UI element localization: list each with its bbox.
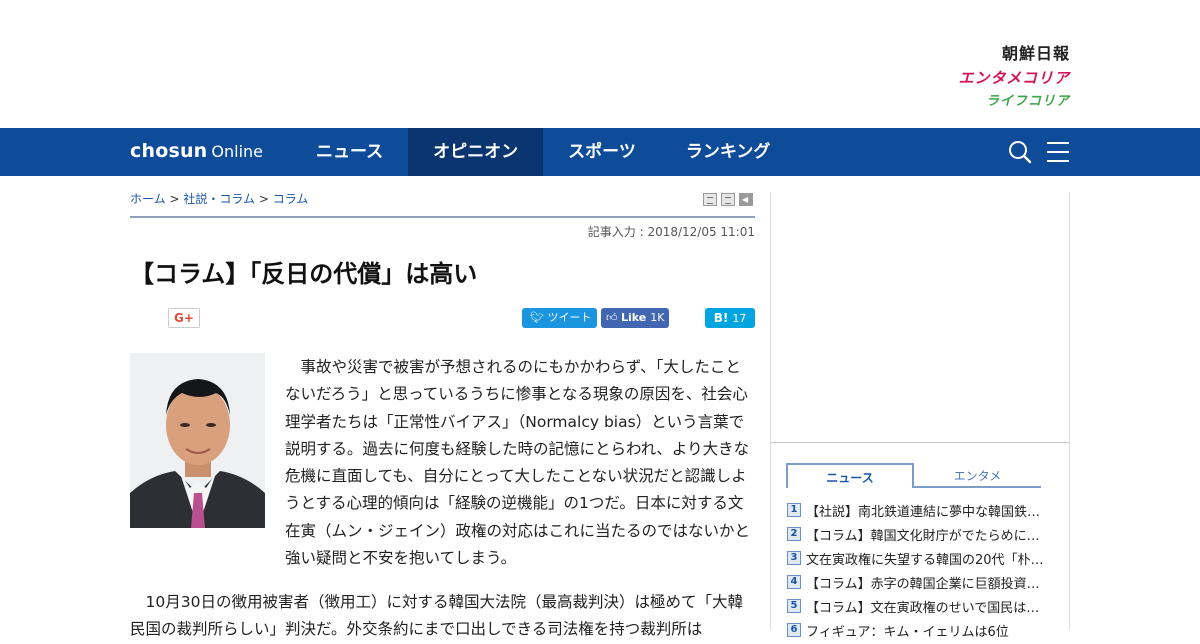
search-icon[interactable] (1008, 140, 1032, 164)
hamburger-menu-icon[interactable] (1046, 140, 1070, 164)
thumbs-up-icon: 👍︎ (606, 311, 618, 324)
hatena-icon: B! (713, 311, 729, 325)
ranking-item[interactable]: 3 文在寅政権に失望する韓国の20代「朴槿恵政権と変わらない」 (787, 546, 1047, 570)
top-branding: 朝鮮日報 エンタメコリア ライフコリア (0, 0, 1200, 128)
article-dateline: 記事入力 : 2018/12/05 11:01 (587, 225, 755, 239)
ranking-item[interactable]: 5 【コラム】文在寅政権のせいで国民は疲れ果てた (787, 594, 1047, 618)
twitter-bird-icon: 🐦︎ (530, 311, 548, 324)
rank-number: 6 (787, 623, 801, 637)
ranking-item[interactable]: 4 【コラム】赤字の韓国企業に巨額投資するとは (787, 570, 1047, 594)
divider (130, 216, 755, 218)
rank-title: 【コラム】赤字の韓国企業に巨額投資するとは (806, 576, 1047, 592)
author-portrait (130, 353, 265, 528)
sidebar-ad-slot (770, 192, 1070, 442)
entame-korea-link[interactable]: エンタメコリア (958, 66, 1070, 90)
breadcrumb-sep: > (169, 192, 180, 206)
like-count: 1K (650, 311, 665, 324)
hatena-count: 17 (732, 312, 747, 325)
breadcrumb-home[interactable]: ホーム (130, 192, 166, 206)
rank-title: 文在寅政権に失望する韓国の20代「朴槿恵政権と変わらない」 (806, 552, 1047, 568)
logo-bold-text: chosun (130, 140, 208, 162)
nav-item-news[interactable]: ニュース (291, 128, 408, 176)
breadcrumb-sep: > (258, 192, 269, 206)
ranking-list: 1 【社説】南北鉄道連結に夢中な韓国鉄道公社 2 【コラム】韓国文化財庁がでたら… (787, 498, 1047, 642)
rank-title: 【コラム】文在寅政権のせいで国民は疲れ果てた (806, 600, 1047, 616)
nav-icons (1008, 140, 1070, 164)
nav-item-sports[interactable]: スポーツ (543, 128, 661, 176)
ranking-tabs: ニュース エンタメ (786, 463, 1041, 488)
life-korea-link[interactable]: ライフコリア (958, 90, 1070, 114)
breadcrumb: ホーム > 社説・コラム > コラム (130, 190, 308, 207)
rank-number: 4 (787, 575, 801, 589)
breadcrumb-section[interactable]: 社説・コラム (183, 192, 255, 206)
tweet-label: ツイート (547, 311, 592, 324)
article-headline: 【コラム】「反日の代償」は高い (130, 260, 478, 288)
ranking-item[interactable]: 1 【社説】南北鉄道連結に夢中な韓国鉄道公社 (787, 498, 1047, 522)
chosun-ilbo-link[interactable]: 朝鮮日報 (958, 42, 1070, 66)
ranking-item[interactable]: 6 フィギュア：キム・イェリムは6位 (787, 618, 1047, 642)
tab-entame[interactable]: エンタメ (914, 463, 1041, 488)
like-label: Like (621, 311, 647, 324)
rank-title: フィギュア：キム・イェリムは6位 (806, 624, 1009, 640)
nav-item-opinion[interactable]: オピニオン (408, 128, 544, 176)
site-logo[interactable]: chosun Online (130, 140, 263, 162)
rank-title: 【コラム】韓国文化財庁がでたらめにもほどがある (806, 528, 1047, 544)
tweet-button[interactable]: 🐦︎ ツイート (522, 308, 597, 328)
ranking-item[interactable]: 2 【コラム】韓国文化財庁がでたらめにもほどがある (787, 522, 1047, 546)
rank-number: 1 (787, 503, 801, 517)
nav-item-ranking[interactable]: ランキング (661, 128, 796, 176)
tab-news[interactable]: ニュース (786, 463, 914, 488)
google-plus-button[interactable]: G+ (168, 308, 200, 328)
rank-number: 2 (787, 527, 801, 541)
rank-number: 5 (787, 599, 801, 613)
article-paragraph-1: 事故や災害で被害が予想されるのにもかかわらず、「大したことないだろう」と思ってい… (285, 358, 751, 568)
back-icon[interactable] (739, 193, 753, 206)
breadcrumb-current[interactable]: コラム (273, 192, 309, 206)
brand-links: 朝鮮日報 エンタメコリア ライフコリア (958, 42, 1070, 114)
facebook-like-button[interactable]: 👍︎ Like 1K (601, 308, 669, 328)
logo-light-text: Online (211, 142, 264, 161)
hatena-bookmark-button[interactable]: B! 17 (705, 308, 755, 328)
text-size-icon[interactable] (721, 193, 735, 206)
rank-title: 【社説】南北鉄道連結に夢中な韓国鉄道公社 (806, 504, 1047, 520)
nav-menu: ニュース オピニオン スポーツ ランキング (291, 128, 795, 176)
article-tools (703, 193, 753, 206)
rank-number: 3 (787, 551, 801, 565)
main-nav: chosun Online ニュース オピニオン スポーツ ランキング (0, 128, 1200, 176)
print-icon[interactable] (703, 193, 717, 206)
article-paragraph-2: 10月30日の徴用被害者（徴用工）に対する韓国大法院（最高裁判決）は極めて「大韓… (130, 593, 743, 639)
author-photo (130, 353, 265, 528)
